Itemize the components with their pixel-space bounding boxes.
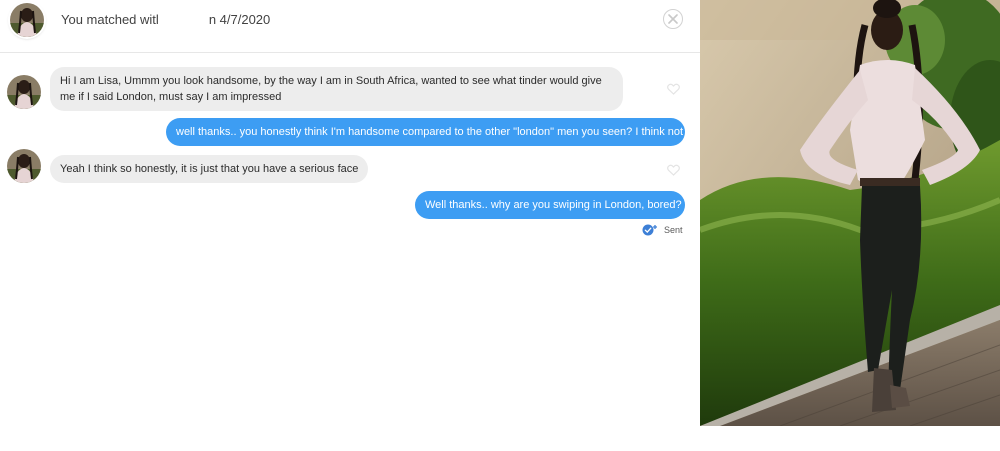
- heart-icon[interactable]: [667, 83, 680, 95]
- message-bubble-received: Hi I am Lisa, Ummm you look handsome, by…: [50, 67, 623, 111]
- close-button[interactable]: [663, 9, 683, 29]
- sent-check-icon: [642, 224, 657, 236]
- chat-panel: You matched witl n 4/7/2020 Hi I am Lisa,…: [0, 0, 700, 451]
- redacted-name: [158, 14, 209, 27]
- avatar[interactable]: [7, 149, 41, 183]
- match-date-text: You matched witl n 4/7/2020: [61, 12, 270, 27]
- close-icon: [668, 14, 678, 24]
- message-bubble-sent: Well thanks.. why are you swiping in Lon…: [415, 191, 685, 219]
- message-bubble-received: Yeah I think so honestly, it is just tha…: [50, 155, 369, 183]
- avatar[interactable]: [10, 3, 44, 37]
- match-header: You matched witl n 4/7/2020: [0, 0, 700, 53]
- message-bubble-sent: well thanks.. you honestly think I'm han…: [166, 118, 685, 146]
- avatar[interactable]: [7, 75, 41, 109]
- profile-photo[interactable]: [700, 0, 1000, 426]
- message-status: Sent: [642, 224, 683, 236]
- heart-icon[interactable]: [667, 164, 680, 176]
- match-text-end: n 4/7/2020: [208, 12, 271, 27]
- status-label: Sent: [664, 225, 683, 235]
- match-text-start: You matched witl: [61, 12, 159, 27]
